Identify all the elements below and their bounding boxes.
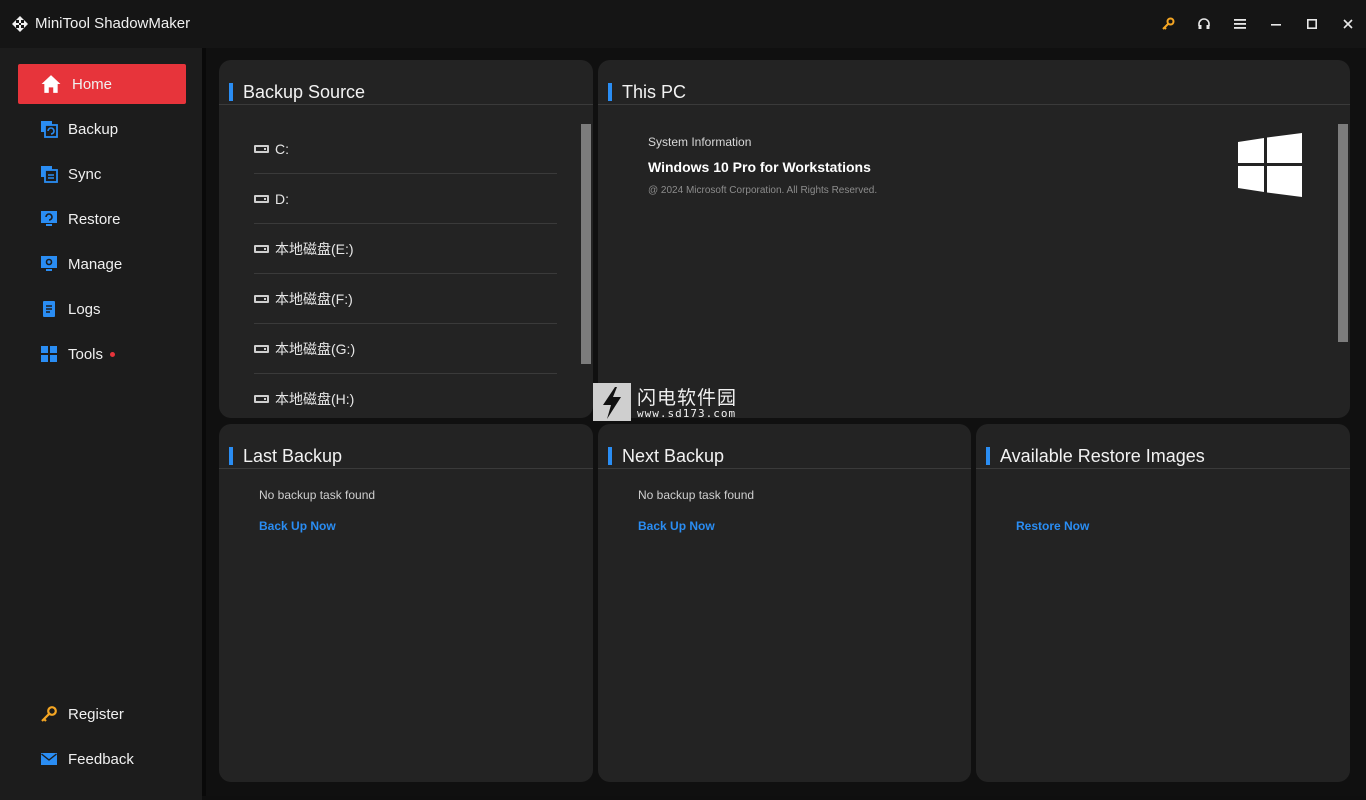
drive-item[interactable]: 本地磁盘(H:) <box>254 374 557 418</box>
tools-icon <box>41 346 57 362</box>
next-backup-note: No backup task found <box>638 488 755 502</box>
menu-icon[interactable] <box>1222 0 1258 48</box>
mail-icon <box>41 753 57 765</box>
sidebar-item-backup[interactable]: Backup <box>18 109 186 149</box>
main-content: Backup Source C: D: 本地磁盘(E:) 本地磁盘(F:) 本地… <box>206 48 1366 796</box>
sidebar-item-restore[interactable]: Restore <box>18 199 186 239</box>
backup-icon <box>41 121 58 138</box>
drive-item[interactable]: D: <box>254 174 557 224</box>
sidebar-item-tools[interactable]: Tools <box>18 334 186 374</box>
close-icon[interactable] <box>1330 0 1366 48</box>
backup-source-scrollbar[interactable] <box>581 124 591 364</box>
logs-icon <box>43 301 55 317</box>
this-pc-header: This PC <box>608 82 686 102</box>
windows-logo-icon <box>1238 133 1302 197</box>
next-backup-header: Next Backup <box>608 446 724 466</box>
last-backup-note: No backup task found <box>259 488 376 502</box>
last-backup-header: Last Backup <box>229 446 342 466</box>
watermark: 闪电软件园 www.sd173.com <box>593 383 763 421</box>
restore-icon <box>41 211 57 226</box>
watermark-url: www.sd173.com <box>637 407 737 420</box>
minimize-icon[interactable] <box>1258 0 1294 48</box>
key-icon[interactable] <box>1150 0 1186 48</box>
sidebar-item-feedback[interactable]: Feedback <box>18 739 186 779</box>
restore-now-link[interactable]: Restore Now <box>1016 519 1089 533</box>
drive-icon <box>254 144 269 153</box>
sidebar-item-sync[interactable]: Sync <box>18 154 186 194</box>
sidebar-item-home[interactable]: Home <box>18 64 186 104</box>
title-bar: MiniTool ShadowMaker <box>0 0 1366 48</box>
this-pc-title: This PC <box>622 81 687 102</box>
sidebar-item-logs[interactable]: Logs <box>18 289 186 329</box>
watermark-logo-icon <box>593 383 631 421</box>
drive-icon <box>254 395 269 403</box>
maximize-icon[interactable] <box>1294 0 1330 48</box>
drive-item[interactable]: 本地磁盘(G:) <box>254 324 557 374</box>
sidebar: Home Backup Sync Restore Manage Logs Too… <box>0 48 202 800</box>
key-icon <box>41 706 57 722</box>
sidebar-item-register[interactable]: Register <box>18 694 186 734</box>
backup-source-header: Backup Source <box>229 82 365 102</box>
restore-images-panel: Available Restore Images Restore Now <box>976 424 1350 782</box>
system-info-label: System Information <box>648 135 752 149</box>
last-backup-back-up-now-link[interactable]: Back Up Now <box>259 519 336 533</box>
app-logo-icon <box>12 16 28 32</box>
drive-item[interactable]: 本地磁盘(F:) <box>254 274 557 324</box>
last-backup-panel: Last Backup No backup task found Back Up… <box>219 424 593 782</box>
tools-badge <box>110 351 116 357</box>
restore-images-title: Available Restore Images <box>1000 445 1205 466</box>
drive-icon <box>254 294 269 303</box>
next-backup-back-up-now-link[interactable]: Back Up Now <box>638 519 715 533</box>
drive-icon <box>254 344 269 353</box>
watermark-text: 闪电软件园 <box>637 388 738 409</box>
backup-source-panel: Backup Source C: D: 本地磁盘(E:) 本地磁盘(F:) 本地… <box>219 60 593 418</box>
this-pc-panel: This PC System Information Windows 10 Pr… <box>598 60 1350 418</box>
os-copyright: @ 2024 Microsoft Corporation. All Rights… <box>648 185 878 196</box>
app-title: MiniTool ShadowMaker <box>35 15 191 32</box>
os-name: Windows 10 Pro for Workstations <box>648 159 871 175</box>
last-backup-title: Last Backup <box>243 445 343 466</box>
next-backup-title: Next Backup <box>622 445 725 466</box>
drive-item[interactable]: C: <box>254 124 557 174</box>
sidebar-item-manage[interactable]: Manage <box>18 244 186 284</box>
window-controls <box>1150 0 1366 48</box>
restore-images-header: Available Restore Images <box>986 446 1205 466</box>
backup-source-title: Backup Source <box>243 81 366 102</box>
drive-icon <box>254 244 269 253</box>
drive-icon <box>254 194 269 203</box>
next-backup-panel: Next Backup No backup task found Back Up… <box>598 424 971 782</box>
home-icon <box>41 75 61 93</box>
headphones-icon[interactable] <box>1186 0 1222 48</box>
drive-item[interactable]: 本地磁盘(E:) <box>254 224 557 274</box>
this-pc-scrollbar[interactable] <box>1338 124 1348 342</box>
sync-icon <box>41 166 58 183</box>
manage-icon <box>41 256 57 271</box>
